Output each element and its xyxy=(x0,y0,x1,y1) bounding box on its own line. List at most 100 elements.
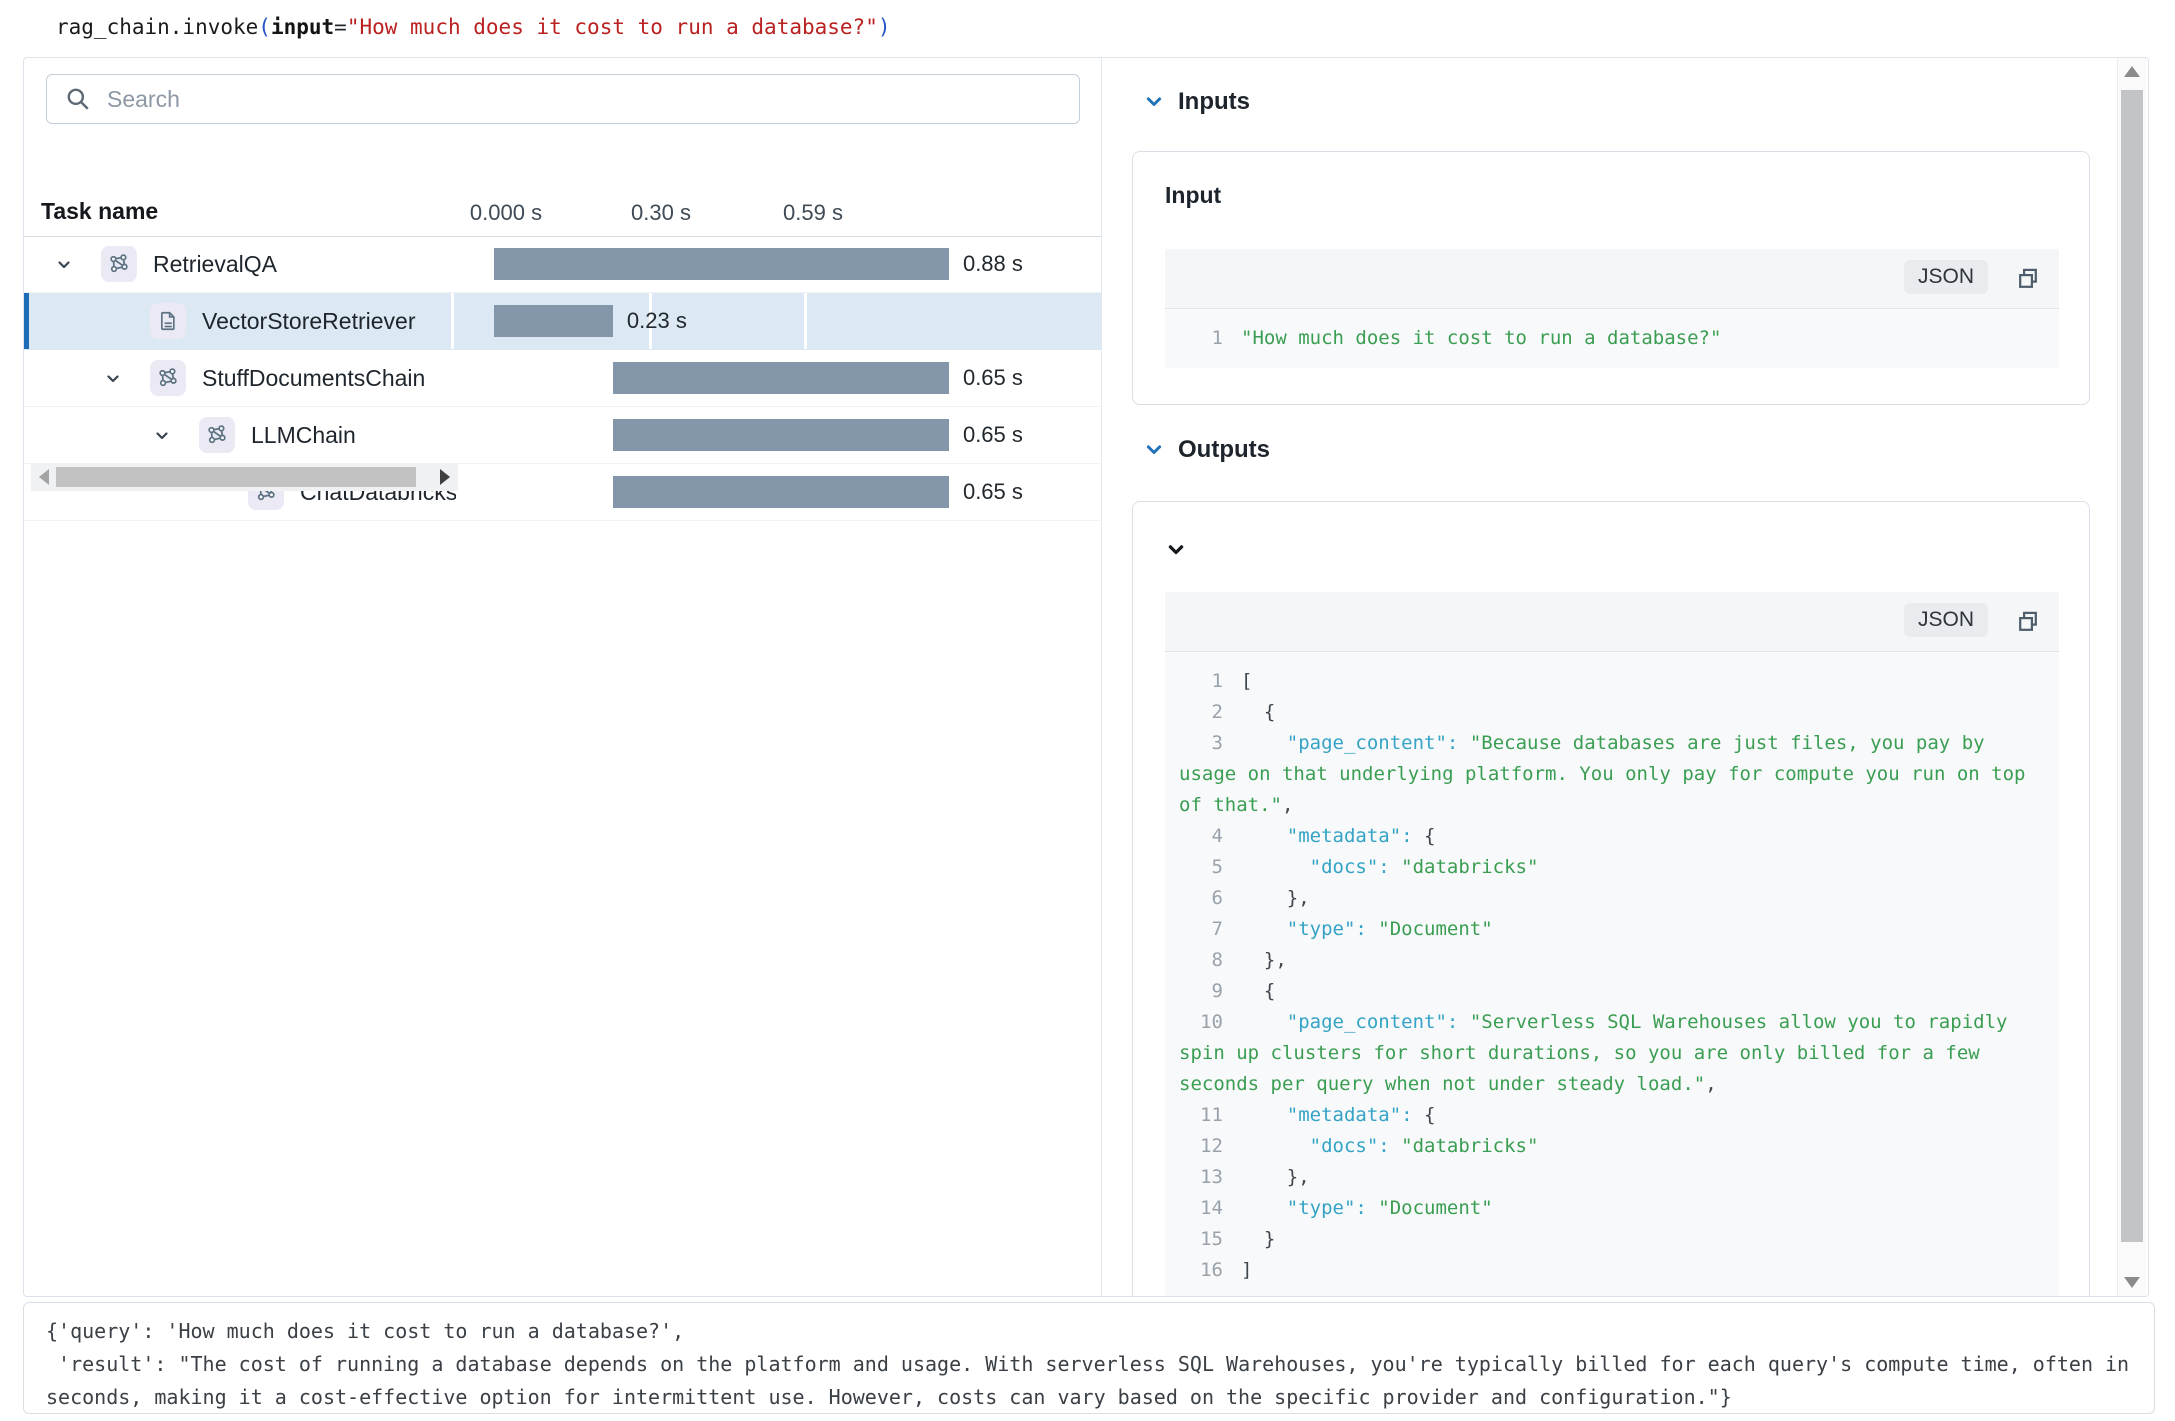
scroll-up-arrow[interactable] xyxy=(2124,66,2140,77)
json-code-line: 5 "docs": "databricks" xyxy=(1179,852,2051,883)
line-number: 15 xyxy=(1179,1224,1223,1255)
duration-bar xyxy=(613,419,949,451)
json-code-line: 1[ xyxy=(1179,666,2051,697)
line-number: 1 xyxy=(1179,323,1223,354)
scroll-left-arrow[interactable] xyxy=(39,469,49,485)
result-output-text: {'query': 'How much does it cost to run … xyxy=(46,1315,2134,1414)
search-icon xyxy=(65,86,91,112)
row-name-area: RetrievalQA xyxy=(24,236,456,292)
duration-bar xyxy=(613,476,949,508)
line-number: 9 xyxy=(1179,976,1223,1007)
chevron-down-icon[interactable] xyxy=(1144,440,1164,460)
json-code-line: 8 }, xyxy=(1179,945,2051,976)
json-code-line: 16] xyxy=(1179,1255,2051,1286)
output-code-toolbar: JSON xyxy=(1165,592,2059,652)
input-code-body: 1 "How much does it cost to run a databas… xyxy=(1165,309,2059,368)
inputs-section-header[interactable]: Inputs xyxy=(1144,88,1250,116)
vertical-scrollbar[interactable] xyxy=(2117,58,2146,1296)
line-number: 2 xyxy=(1179,697,1223,728)
json-code-line: 6 }, xyxy=(1179,883,2051,914)
horizontal-scrollbar[interactable] xyxy=(31,463,458,491)
json-code-line: 7 "type": "Document" xyxy=(1179,914,2051,945)
span-tree-panel: Task name 0.000 s0.30 s0.59 s RetrievalQ… xyxy=(24,58,1101,1296)
duration-label: 0.65 s xyxy=(963,350,1023,406)
row-label: StuffDocumentsChain xyxy=(202,350,425,406)
input-code-block: JSON 1 "How much does it cost to run a da… xyxy=(1165,249,2059,368)
trace-viewer: Task name 0.000 s0.30 s0.59 s RetrievalQ… xyxy=(23,57,2149,1297)
chain-node-icon xyxy=(150,360,186,396)
line-number: 4 xyxy=(1179,821,1223,852)
scroll-right-arrow[interactable] xyxy=(440,469,450,485)
output-card: JSON 1[2 {3 "page_content": "Because dat… xyxy=(1132,501,2090,1297)
row-expand-chevron[interactable] xyxy=(105,371,121,387)
tree-row-RetrievalQA[interactable]: RetrievalQA 0.88 s xyxy=(24,236,1101,293)
search-box[interactable] xyxy=(46,74,1080,124)
output-code-block: JSON 1[2 {3 "page_content": "Because dat… xyxy=(1165,592,2059,1297)
outputs-section-header[interactable]: Outputs xyxy=(1144,436,1270,464)
copy-icon xyxy=(2015,605,2041,639)
tree-row-LLMChain[interactable]: LLMChain0.65 s xyxy=(24,407,1101,464)
chain-icon xyxy=(206,424,228,446)
line-number: 7 xyxy=(1179,914,1223,945)
json-code-line: 13 }, xyxy=(1179,1162,2051,1193)
json-code-line: 2 { xyxy=(1179,697,2051,728)
chevron-down-icon[interactable] xyxy=(154,428,170,444)
json-code-line: 15 } xyxy=(1179,1224,2051,1255)
row-name-area: VectorStoreRetriever xyxy=(24,293,456,349)
line-number: 16 xyxy=(1179,1255,1223,1286)
document-node-icon xyxy=(150,303,186,339)
code-paren-open: ( xyxy=(258,15,271,39)
json-code-line: 14 "type": "Document" xyxy=(1179,1193,2051,1224)
json-code-line: 10 "page_content": "Serverless SQL Wareh… xyxy=(1179,1007,2051,1100)
row-name-area: StuffDocumentsChain xyxy=(24,350,456,406)
line-number: 6 xyxy=(1179,883,1223,914)
json-code-line: 4 "metadata": { xyxy=(1179,821,2051,852)
tree-row-VectorStoreRetriever[interactable]: VectorStoreRetriever 0.23 s xyxy=(24,293,1101,350)
row-label: VectorStoreRetriever xyxy=(202,293,415,349)
line-number: 5 xyxy=(1179,852,1223,883)
line-number: 13 xyxy=(1179,1162,1223,1193)
json-format-badge[interactable]: JSON xyxy=(1904,260,1988,294)
input-code-toolbar: JSON xyxy=(1165,249,2059,309)
duration-label: 0.65 s xyxy=(963,464,1023,520)
code-arg-value: "How much does it cost to run a database… xyxy=(347,15,878,39)
document-icon xyxy=(157,310,179,332)
duration-bar xyxy=(494,305,613,337)
chain-node-icon xyxy=(101,246,137,282)
inputs-section-title: Inputs xyxy=(1178,88,1250,116)
chain-node-icon xyxy=(199,417,235,453)
chevron-down-icon[interactable] xyxy=(105,371,121,387)
json-code-line: 3 "page_content": "Because databases are… xyxy=(1179,728,2051,821)
invocation-code-line: rag_chain.invoke(input="How much does it… xyxy=(56,12,891,42)
outputs-json-code: 1[2 {3 "page_content": "Because database… xyxy=(1165,652,2059,1297)
line-number: 3 xyxy=(1179,728,1223,759)
row-expand-chevron[interactable] xyxy=(56,257,72,273)
row-name-area: LLMChain xyxy=(24,407,456,463)
copy-button[interactable] xyxy=(2009,603,2047,641)
outputs-section-title: Outputs xyxy=(1178,436,1270,464)
copy-button[interactable] xyxy=(2009,260,2047,298)
tree-row-StuffDocumentsChain[interactable]: StuffDocumentsChain 0.65 s xyxy=(24,350,1101,407)
line-number: 12 xyxy=(1179,1131,1223,1162)
code-equals: = xyxy=(334,15,347,39)
chevron-down-icon[interactable] xyxy=(56,257,72,273)
line-number: 1 xyxy=(1179,666,1223,697)
scroll-down-arrow[interactable] xyxy=(2124,1277,2140,1288)
tree-header: Task name 0.000 s0.30 s0.59 s xyxy=(24,190,1101,237)
chain-icon xyxy=(108,253,130,275)
row-expand-chevron[interactable] xyxy=(154,428,170,444)
input-card: Input JSON 1"How much does it cost to ru… xyxy=(1132,151,2090,405)
input-value: "How much does it cost to run a database… xyxy=(1241,327,1721,349)
chevron-down-icon[interactable] xyxy=(1144,92,1164,112)
json-format-badge[interactable]: JSON xyxy=(1904,603,1988,637)
horizontal-scrollbar-thumb[interactable] xyxy=(56,467,416,487)
json-code-line: 11 "metadata": { xyxy=(1179,1100,2051,1131)
time-tick-label: 0.30 s xyxy=(631,200,691,226)
search-input[interactable] xyxy=(105,85,1079,114)
vertical-scrollbar-thumb[interactable] xyxy=(2121,90,2143,1242)
duration-bar xyxy=(613,362,949,394)
json-code-line: 12 "docs": "databricks" xyxy=(1179,1131,2051,1162)
duration-label: 0.88 s xyxy=(963,236,1023,292)
duration-label: 0.23 s xyxy=(627,293,687,349)
chevron-down-icon[interactable] xyxy=(1166,540,1186,560)
